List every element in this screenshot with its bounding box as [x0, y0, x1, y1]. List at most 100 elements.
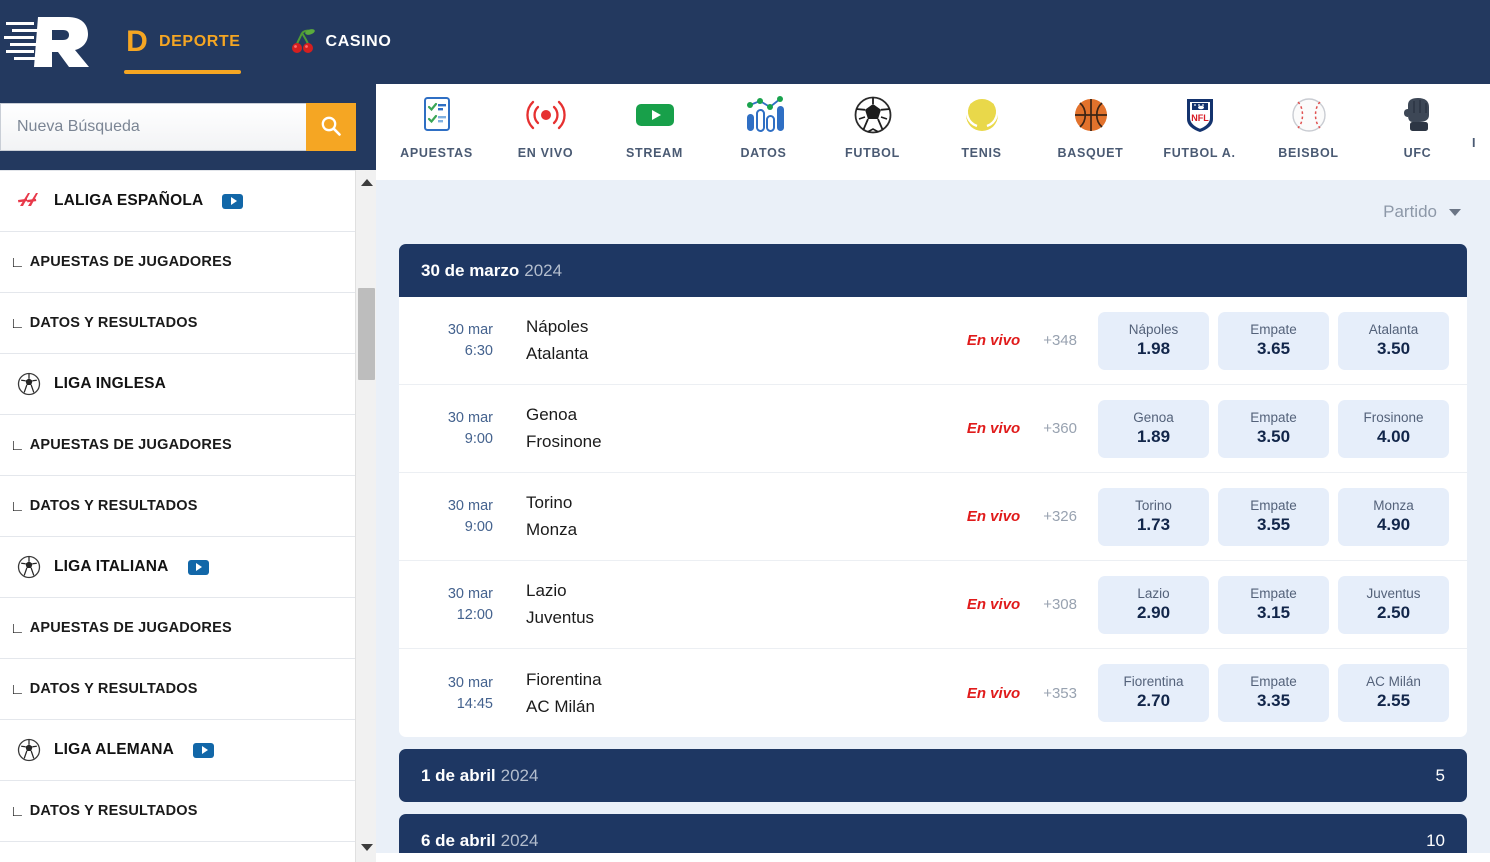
- sidebar-item-liga-inglesa[interactable]: LIGA INGLESA: [0, 354, 376, 415]
- odd-value: 2.90: [1136, 602, 1171, 622]
- status-badge: En vivo: [966, 508, 1021, 525]
- play-video-icon: [633, 94, 677, 136]
- sidebar-item-label: LALIGA ESPAÑOLA: [54, 192, 204, 209]
- odd-button-home[interactable]: Lazio 2.90: [1098, 575, 1209, 634]
- laliga-logo-icon: [16, 188, 42, 214]
- more-markets-count[interactable]: +360: [1043, 420, 1077, 437]
- odd-button-away[interactable]: Atalanta 3.50: [1338, 311, 1449, 370]
- partido-filter-dropdown[interactable]: Partido: [1383, 202, 1461, 222]
- sidebar-item-laliga-espanola[interactable]: LALIGA ESPAÑOLA: [0, 171, 376, 232]
- tree-branch-icon: ∟: [10, 802, 25, 820]
- match-hour: 6:30: [464, 343, 493, 359]
- sport-nav-item-label: I: [1472, 136, 1477, 150]
- header-tab-casino[interactable]: CASINO: [265, 0, 416, 84]
- table-row[interactable]: 30 mar 12:00 Lazio Juventus En vivo +308…: [399, 561, 1467, 649]
- date-group-year: 2024: [524, 260, 563, 280]
- sidebar-item-datos-y-resultados-inglesa[interactable]: ∟ DATOS Y RESULTADOS: [0, 476, 376, 537]
- sport-nav-item-stream[interactable]: STREAM: [600, 84, 709, 180]
- sport-nav-item-beisbol[interactable]: BEISBOL: [1254, 84, 1363, 180]
- scroll-up-arrow-icon[interactable]: [356, 172, 377, 193]
- odd-button-draw[interactable]: Empate 3.35: [1218, 664, 1329, 722]
- brand-logo-r[interactable]: [0, 0, 100, 84]
- more-markets-count[interactable]: +308: [1043, 596, 1077, 613]
- video-play-icon[interactable]: [222, 193, 244, 209]
- status-badge: En vivo: [966, 420, 1021, 437]
- more-markets-count[interactable]: +353: [1043, 685, 1077, 702]
- sport-nav-item-basquet[interactable]: BASQUET: [1036, 84, 1145, 180]
- match-list: 30 mar 6:30 Nápoles Atalanta En vivo +34…: [399, 297, 1467, 737]
- odd-button-home[interactable]: Nápoles 1.98: [1098, 311, 1209, 370]
- search-button[interactable]: [306, 103, 356, 151]
- sport-nav-item-cut-off[interactable]: I: [1472, 84, 1490, 180]
- odd-value: 3.55: [1256, 514, 1291, 534]
- sidebar-item-apuestas-de-jugadores-laliga[interactable]: ∟ APUESTAS DE JUGADORES: [0, 232, 376, 293]
- date-group: 6 de abril 2024 10: [399, 814, 1467, 853]
- sport-nav-item-apuestas[interactable]: APUESTAS: [382, 84, 491, 180]
- away-team: AC Milán: [526, 696, 595, 716]
- sport-nav-item-ufc[interactable]: UFC: [1363, 84, 1472, 180]
- scroll-down-arrow-icon[interactable]: [356, 837, 377, 858]
- sport-nav-item-label: UFC: [1403, 146, 1432, 160]
- odd-label: Juventus: [1366, 585, 1421, 601]
- sidebar-item-apuestas-de-jugadores-inglesa[interactable]: ∟ APUESTAS DE JUGADORES: [0, 415, 376, 476]
- sport-nav-item-tenis[interactable]: TENIS: [927, 84, 1036, 180]
- odd-value: 1.89: [1136, 426, 1171, 446]
- sport-nav-item-futbol[interactable]: FUTBOL: [818, 84, 927, 180]
- filter-bar: Partido: [399, 180, 1467, 244]
- date-group-header[interactable]: 6 de abril 2024 10: [399, 814, 1467, 853]
- odd-value: 2.70: [1136, 691, 1171, 711]
- odd-value: 3.50: [1376, 338, 1411, 358]
- odd-label: Empate: [1250, 409, 1297, 425]
- sidebar-item-datos-y-resultados-alemana[interactable]: ∟ DATOS Y RESULTADOS: [0, 781, 376, 842]
- video-play-icon[interactable]: [187, 559, 209, 575]
- soccer-ball-icon: [16, 554, 42, 580]
- odd-button-away[interactable]: Monza 4.90: [1338, 487, 1449, 546]
- video-play-icon[interactable]: [193, 742, 215, 758]
- odd-button-draw[interactable]: Empate 3.55: [1218, 487, 1329, 546]
- table-row[interactable]: 30 mar 9:00 Torino Monza En vivo +326 To…: [399, 473, 1467, 561]
- sidebar-item-datos-y-resultados-laliga[interactable]: ∟ DATOS Y RESULTADOS: [0, 293, 376, 354]
- sidebar-scrollbar[interactable]: [355, 170, 376, 862]
- odd-button-away[interactable]: AC Milán 2.55: [1338, 664, 1449, 722]
- odd-label: Lazio: [1137, 585, 1170, 601]
- sidebar-item-label: APUESTAS DE JUGADORES: [29, 620, 232, 636]
- more-markets-count[interactable]: +348: [1043, 332, 1077, 349]
- odd-value: 4.00: [1376, 426, 1411, 446]
- soccer-ball-icon: [16, 371, 42, 397]
- odd-button-away[interactable]: Juventus 2.50: [1338, 575, 1449, 634]
- sidebar-scrollbar-thumb[interactable]: [358, 288, 375, 380]
- sport-nav-item-label: BASQUET: [1057, 146, 1124, 160]
- odd-button-draw[interactable]: Empate 3.65: [1218, 311, 1329, 370]
- sidebar-item-liga-italiana[interactable]: LIGA ITALIANA: [0, 537, 376, 598]
- league-list[interactable]: LALIGA ESPAÑOLA ∟ APUESTAS DE JUGADORES …: [0, 170, 376, 862]
- sport-nav-item-en-vivo[interactable]: EN VIVO: [491, 84, 600, 180]
- sidebar-item-apuestas-de-jugadores-italiana[interactable]: ∟ APUESTAS DE JUGADORES: [0, 598, 376, 659]
- status-badge: En vivo: [966, 684, 1021, 702]
- odd-button-home[interactable]: Genoa 1.89: [1098, 399, 1209, 458]
- table-row[interactable]: 30 mar 14:45 Fiorentina AC Milán En vivo…: [399, 649, 1467, 737]
- odd-button-home[interactable]: Fiorentina 2.70: [1098, 664, 1209, 722]
- date-group-title: 1 de abril 2024: [421, 766, 538, 786]
- search-input[interactable]: [0, 103, 306, 151]
- more-markets-count[interactable]: +326: [1043, 508, 1077, 525]
- home-team: Fiorentina: [526, 669, 602, 689]
- sidebar-item-datos-y-resultados-italiana[interactable]: ∟ DATOS Y RESULTADOS: [0, 659, 376, 720]
- odd-value: 3.65: [1256, 338, 1291, 358]
- date-group-header[interactable]: 1 de abril 2024 5: [399, 749, 1467, 802]
- sport-nav-item-futbol-americano[interactable]: NFL FUTBOL A.: [1145, 84, 1254, 180]
- table-row[interactable]: 30 mar 6:30 Nápoles Atalanta En vivo +34…: [399, 297, 1467, 385]
- odd-button-draw[interactable]: Empate 3.15: [1218, 575, 1329, 634]
- matches-panel: Partido 30 de marzo 2024 30 mar 6:30 Náp…: [376, 180, 1490, 853]
- match-teams: Fiorentina AC Milán: [505, 670, 967, 717]
- odd-value: 3.35: [1256, 691, 1291, 711]
- table-row[interactable]: 30 mar 9:00 Genoa Frosinone En vivo +360…: [399, 385, 1467, 473]
- date-group-header[interactable]: 30 de marzo 2024: [399, 244, 1467, 297]
- header-tab-deporte[interactable]: D DEPORTE: [100, 0, 265, 84]
- odd-button-draw[interactable]: Empate 3.50: [1218, 399, 1329, 458]
- sport-nav-item-datos[interactable]: DATOS: [709, 84, 818, 180]
- sidebar-item-liga-alemana[interactable]: LIGA ALEMANA: [0, 720, 376, 781]
- sport-nav-item-label: EN VIVO: [517, 146, 574, 160]
- tree-branch-icon: ∟: [10, 314, 25, 332]
- odd-button-away[interactable]: Frosinone 4.00: [1338, 399, 1449, 458]
- odd-button-home[interactable]: Torino 1.73: [1098, 487, 1209, 546]
